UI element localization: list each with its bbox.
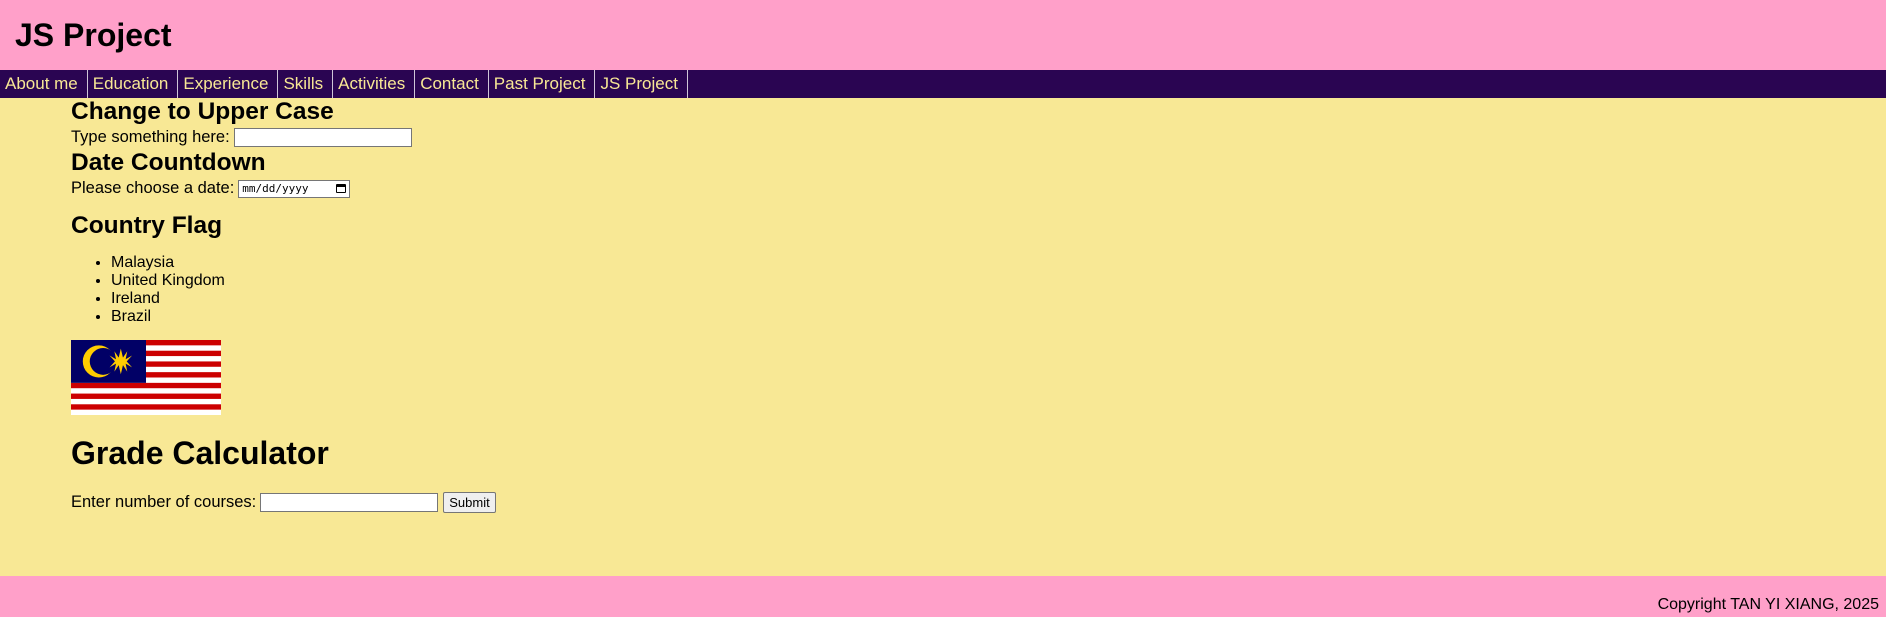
nav-item-about-me[interactable]: About me — [0, 70, 88, 98]
upper-case-section: Change to Upper Case Type something here… — [71, 98, 771, 149]
page-footer: Copyright TAN YI XIANG, 2025 — [0, 576, 1886, 617]
page-title: JS Project — [15, 16, 172, 53]
country-flag-heading: Country Flag — [71, 212, 223, 239]
country-item-malaysia[interactable]: Malaysia — [111, 254, 771, 272]
date-placeholder: mm/dd/yyyy — [242, 182, 309, 195]
nav-item-education[interactable]: Education — [88, 70, 179, 98]
country-item-united-kingdom[interactable]: United Kingdom — [111, 272, 771, 290]
submit-button[interactable]: Submit — [443, 492, 496, 513]
countdown-label: Please choose a date: — [71, 179, 235, 197]
courses-label: Enter number of courses: — [71, 493, 257, 511]
grade-calculator-heading: Grade Calculator — [71, 435, 329, 471]
upper-case-input[interactable] — [233, 128, 412, 147]
upper-case-label: Type something here: — [71, 128, 230, 146]
date-input[interactable]: mm/dd/yyyy — [238, 179, 351, 198]
main-nav: About me Education Experience Skills Act… — [0, 70, 1886, 98]
countdown-section: Date Countdown Please choose a date: mm/… — [71, 149, 771, 200]
nav-item-skills[interactable]: Skills — [278, 70, 334, 98]
copyright-text: Copyright TAN YI XIANG, 2025 — [1657, 596, 1879, 613]
country-flag-section: Country Flag Malaysia United Kingdom Ire… — [71, 212, 771, 415]
grade-calculator-section: Grade Calculator Enter number of courses… — [71, 435, 771, 514]
country-list: Malaysia United Kingdom Ireland Brazil — [71, 254, 771, 326]
nav-item-experience[interactable]: Experience — [178, 70, 279, 98]
malaysia-flag-image — [71, 340, 221, 415]
country-item-brazil[interactable]: Brazil — [111, 308, 771, 326]
calendar-icon[interactable] — [336, 184, 347, 193]
main-content: Change to Upper Case Type something here… — [71, 98, 771, 514]
country-item-ireland[interactable]: Ireland — [111, 290, 771, 308]
courses-input[interactable] — [260, 493, 439, 512]
nav-item-js-project[interactable]: JS Project — [595, 70, 688, 98]
nav-item-past-project[interactable]: Past Project — [489, 70, 596, 98]
upper-case-heading: Change to Upper Case — [71, 98, 334, 125]
nav-item-contact[interactable]: Contact — [415, 70, 489, 98]
countdown-heading: Date Countdown — [71, 149, 266, 176]
nav-item-activities[interactable]: Activities — [333, 70, 416, 98]
page-header: JS Project — [0, 0, 1886, 70]
